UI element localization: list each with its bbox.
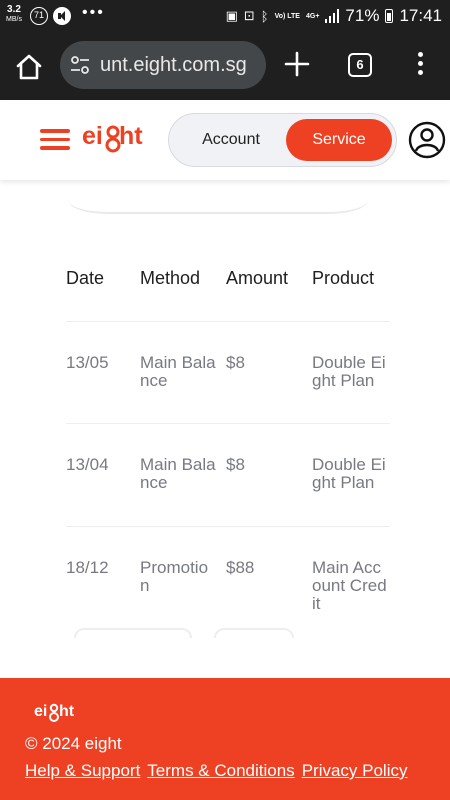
svg-text:ht: ht [59,703,75,720]
svg-text:ei: ei [82,122,103,150]
footer-links: Help & Support Terms & Conditions Privac… [25,761,408,781]
battery-icon [385,9,394,23]
status-bar: 3.2 MB/s 71 ••• ▣ ⊡ ᛒ Vo) LTE 4G+ 71% 17… [0,0,450,32]
pagination-button[interactable] [214,628,294,638]
privacy-policy-link[interactable]: Privacy Policy [302,761,408,781]
network-type-label: 4G+ [305,12,320,20]
cast-icon: ⊡ [243,8,255,23]
partial-card-edge [68,200,368,214]
cell-product: Double Eight Plan [312,353,386,390]
battery-saver-icon: ▣ [225,8,238,23]
eight-logo[interactable]: ei ht [82,120,148,160]
copyright-text: © 2024 eight [25,734,122,753]
more-notifications-icon: ••• [82,4,105,21]
plus-icon [284,51,310,77]
segment-account[interactable]: Account [179,121,283,159]
status-right: ▣ ⊡ ᛒ Vo) LTE 4G+ 71% 17:41 [226,6,442,26]
svg-text:ei: ei [34,703,47,720]
address-bar[interactable]: unt.eight.com.sg [60,41,266,89]
segment-service[interactable]: Service [286,119,392,161]
table-row: 18/12 Promotion $88 Main Account Credit [66,526,390,629]
cell-product: Main Account Credit [312,558,387,613]
help-support-link[interactable]: Help & Support [25,761,140,781]
browser-toolbar: unt.eight.com.sg 6 [0,32,450,100]
cell-method: Main Balance [140,455,216,492]
cell-amount: $8 [226,353,245,372]
bluetooth-icon: ᛒ [260,8,269,24]
hamburger-menu-icon[interactable] [40,129,70,151]
pagination-controls [74,628,304,638]
header-method: Method [140,268,201,288]
pagination-button[interactable] [74,628,192,638]
battery-percent: 71% [345,6,380,25]
net-speed-value: 3.2 [7,4,21,15]
terms-conditions-link[interactable]: Terms & Conditions [147,761,294,781]
cell-date: 13/05 [66,353,109,372]
footer-eight-logo: ei ht [34,703,75,722]
cell-method: Main Balance [140,353,216,390]
cell-amount: $8 [226,455,245,474]
menu-dot-icon [417,52,423,57]
menu-dot-icon [417,70,423,75]
browser-menu-button[interactable] [410,52,430,80]
account-service-toggle: Account Service [168,113,397,167]
header-date: Date [66,268,105,288]
transactions-table: Date Method Amount Product 13/05 Main Ba… [66,250,390,634]
tab-switcher-button[interactable]: 6 [348,53,372,77]
menu-dot-icon [417,61,423,66]
home-button[interactable] [14,52,44,82]
table-row: 13/05 Main Balance $8 Double Eight Plan [66,321,390,424]
net-speed: 3.2 MB/s [6,5,22,25]
profile-icon[interactable] [408,121,446,159]
site-settings-icon[interactable] [70,55,90,75]
signal-icon [325,9,340,23]
notification-count-icon: 71 [30,7,48,25]
cell-amount: $88 [226,558,255,577]
home-icon [16,54,42,80]
url-text[interactable]: unt.eight.com.sg [100,54,260,77]
header-amount: Amount [226,268,289,288]
net-speed-unit: MB/s [6,16,22,23]
site-footer: ei ht © 2024 eight Help & Support Terms … [0,678,450,800]
cell-date: 13/04 [66,455,109,474]
header-product: Product [312,268,375,288]
new-tab-button[interactable] [284,51,310,77]
cell-product: Double Eight Plan [312,455,386,492]
cell-method: Promotion [140,558,209,595]
site-header: ei ht Account Service [0,100,450,180]
table-row: 13/04 Main Balance $8 Double Eight Plan [66,423,390,526]
cell-date: 18/12 [66,558,109,577]
app-screen: 3.2 MB/s 71 ••• ▣ ⊡ ᛒ Vo) LTE 4G+ 71% 17… [0,0,450,800]
clock: 17:41 [399,6,442,25]
volte-label: Vo) LTE [274,12,300,20]
svg-text:ht: ht [119,122,143,150]
volume-icon [53,7,71,25]
